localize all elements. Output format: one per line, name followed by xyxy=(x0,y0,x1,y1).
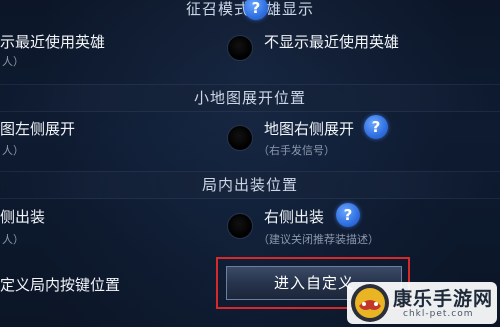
radio-shop-right[interactable] xyxy=(227,213,253,239)
option-sub-show-recent-heroes: 人） xyxy=(2,55,24,68)
option-label-hide-recent-heroes: 不显示最近使用英雄 xyxy=(264,33,400,51)
radio-hide-recent-heroes[interactable] xyxy=(227,35,253,61)
site-watermark: 康乐手游网 chkl-pet.com xyxy=(343,274,500,327)
section-title-shop: 局内出装位置 xyxy=(201,176,298,194)
help-icon[interactable]: ? xyxy=(364,115,388,139)
watermark-url: chkl-pet.com xyxy=(403,309,474,319)
option-label-custom-keys: 定义局内按键位置 xyxy=(0,276,121,294)
game-controller-logo-icon xyxy=(351,284,389,322)
option-label-minimap-left: 图左侧展开 xyxy=(0,120,76,138)
radio-minimap-right[interactable] xyxy=(227,125,253,151)
help-icon[interactable]: ? xyxy=(336,203,360,227)
option-label-shop-left: 侧出装 xyxy=(0,208,46,226)
option-label-shop-right: 右侧出装 xyxy=(264,208,325,226)
option-sub-shop-left: 人） xyxy=(2,233,24,246)
option-sub-minimap-left: 人） xyxy=(2,144,24,157)
option-label-show-recent-heroes: 示最近使用英雄 xyxy=(0,33,106,51)
option-sub-minimap-right: （右手发信号） xyxy=(258,144,335,157)
option-sub-shop-right: （建议关闭推荐装描述） xyxy=(258,233,379,246)
section-title-minimap: 小地图展开位置 xyxy=(193,89,306,107)
option-label-minimap-right: 地图右侧展开 xyxy=(264,120,355,138)
watermark-name: 康乐手游网 xyxy=(393,288,494,310)
